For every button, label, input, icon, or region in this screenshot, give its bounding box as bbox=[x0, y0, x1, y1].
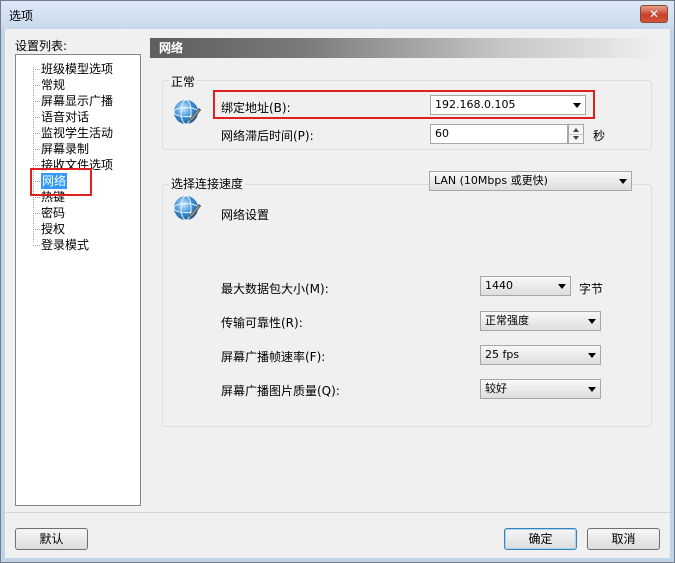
bind-address-select[interactable]: 192.168.0.105 bbox=[430, 95, 586, 115]
max-packet-value: 1440 bbox=[485, 279, 513, 292]
connection-speed-value: LAN (10Mbps 或更快) bbox=[434, 174, 548, 187]
chevron-down-icon bbox=[619, 179, 627, 184]
chevron-down-icon bbox=[588, 319, 596, 324]
network-timeout-label: 网络滞后时间(P): bbox=[221, 129, 314, 143]
panel-header: 网络 bbox=[150, 38, 662, 58]
tree-item-screen-recording[interactable]: 屏幕录制 bbox=[32, 141, 89, 157]
tree-item-network[interactable]: 网络 bbox=[32, 173, 68, 189]
tree-item-login-mode[interactable]: 登录模式 bbox=[32, 237, 89, 253]
image-quality-label: 屏幕广播图片质量(Q): bbox=[221, 384, 340, 398]
tree-item-class-model[interactable]: 班级模型选项 bbox=[32, 61, 113, 77]
window-title: 选项 bbox=[9, 9, 34, 23]
tree-item-receive-files[interactable]: 接收文件选项 bbox=[32, 157, 113, 173]
connection-speed-select[interactable]: LAN (10Mbps 或更快) bbox=[429, 171, 632, 191]
network-timeout-unit: 秒 bbox=[593, 129, 606, 143]
speed-group-label: 选择连接速度 bbox=[169, 175, 246, 192]
image-quality-value: 较好 bbox=[485, 382, 507, 395]
tree-item-voice-chat[interactable]: 语音对话 bbox=[32, 109, 89, 125]
tree-item-password[interactable]: 密码 bbox=[32, 205, 65, 221]
bind-address-value: 192.168.0.105 bbox=[435, 98, 516, 111]
settings-tree[interactable]: 班级模型选项 常规 屏幕显示广播 语音对话 监视学生活动 屏幕录制 接收文件选项… bbox=[15, 54, 141, 506]
dialog-client-area: 设置列表: 班级模型选项 常规 屏幕显示广播 语音对话 监视学生活动 屏幕录制 … bbox=[5, 29, 670, 558]
settings-list-title: 设置列表: bbox=[15, 39, 68, 53]
ok-button[interactable]: 确定 bbox=[504, 528, 577, 550]
tree-connector-line bbox=[33, 67, 34, 242]
title-bar: 选项 ✕ bbox=[1, 1, 674, 29]
stepper-down-icon[interactable] bbox=[573, 136, 579, 140]
bind-address-label: 绑定地址(B): bbox=[221, 101, 291, 115]
chevron-down-icon bbox=[558, 284, 566, 289]
chevron-down-icon bbox=[588, 387, 596, 392]
frame-rate-label: 屏幕广播帧速率(F): bbox=[221, 350, 326, 364]
image-quality-select[interactable]: 较好 bbox=[480, 379, 601, 399]
network-timeout-stepper[interactable] bbox=[568, 124, 584, 144]
tree-item-general[interactable]: 常规 bbox=[32, 77, 65, 93]
close-button[interactable]: ✕ bbox=[640, 5, 668, 23]
reliability-label: 传输可靠性(R): bbox=[221, 316, 303, 330]
network-timeout-input[interactable]: 60 bbox=[430, 124, 568, 144]
network-settings-label: 网络设置 bbox=[221, 208, 270, 222]
tree-item-monitor-students[interactable]: 监视学生活动 bbox=[32, 125, 113, 141]
frame-rate-select[interactable]: 25 fps bbox=[480, 345, 601, 365]
chevron-down-icon bbox=[588, 353, 596, 358]
tree-item-hotkeys[interactable]: 热键 bbox=[32, 189, 65, 205]
max-packet-label: 最大数据包大小(M): bbox=[221, 282, 329, 296]
reliability-value: 正常强度 bbox=[485, 314, 529, 327]
chevron-down-icon bbox=[573, 103, 581, 108]
reliability-select[interactable]: 正常强度 bbox=[480, 311, 601, 331]
frame-rate-value: 25 fps bbox=[485, 348, 520, 361]
network-globe-icon bbox=[173, 99, 202, 125]
stepper-up-icon[interactable] bbox=[573, 128, 579, 132]
general-group-label: 正常 bbox=[169, 73, 198, 90]
tree-item-authorization[interactable]: 授权 bbox=[32, 221, 65, 237]
max-packet-select[interactable]: 1440 bbox=[480, 276, 571, 296]
tree-item-screen-broadcast[interactable]: 屏幕显示广播 bbox=[32, 93, 113, 109]
cancel-button[interactable]: 取消 bbox=[587, 528, 660, 550]
options-dialog: 选项 ✕ 设置列表: 班级模型选项 常规 屏幕显示广播 语音对话 监视学生活动 … bbox=[0, 0, 675, 563]
network-settings-globe-icon bbox=[173, 195, 202, 221]
default-button[interactable]: 默认 bbox=[15, 528, 88, 550]
max-packet-unit: 字节 bbox=[579, 282, 604, 296]
footer-divider bbox=[5, 512, 670, 513]
